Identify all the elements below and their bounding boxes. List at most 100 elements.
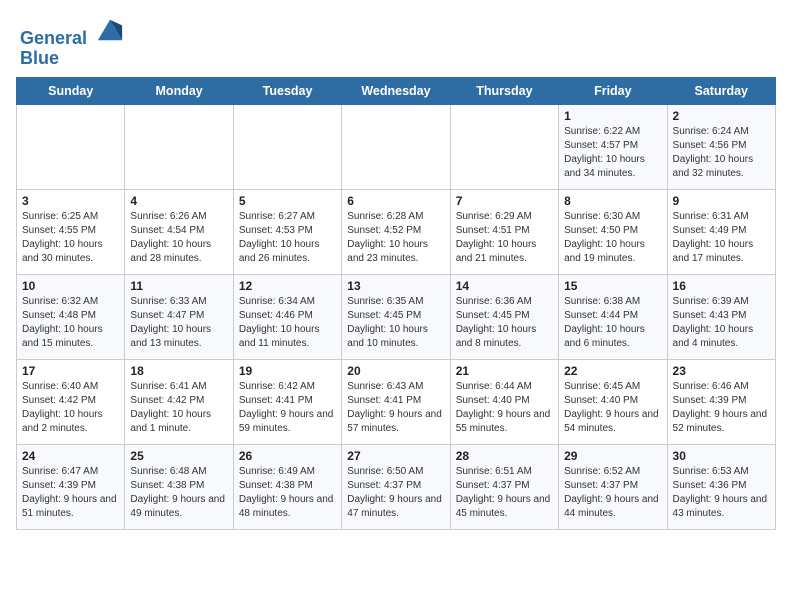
logo-icon (96, 16, 124, 44)
cell-content: Sunrise: 6:53 AM Sunset: 4:36 PM Dayligh… (673, 465, 770, 521)
calendar-cell: 14 Sunrise: 6:36 AM Sunset: 4:45 PM Dayli… (450, 274, 558, 359)
calendar-cell: 18 Sunrise: 6:41 AM Sunset: 4:42 PM Dayli… (125, 359, 233, 444)
calendar-cell: 28 Sunrise: 6:51 AM Sunset: 4:37 PM Dayli… (450, 444, 558, 529)
cell-content: Sunrise: 6:38 AM Sunset: 4:44 PM Dayligh… (564, 295, 661, 351)
cell-content: Sunrise: 6:28 AM Sunset: 4:52 PM Dayligh… (347, 210, 444, 266)
day-number: 10 (22, 279, 119, 293)
cell-content: Sunrise: 6:40 AM Sunset: 4:42 PM Dayligh… (22, 380, 119, 436)
calendar-cell: 1 Sunrise: 6:22 AM Sunset: 4:57 PM Daylig… (559, 104, 667, 189)
cell-content: Sunrise: 6:50 AM Sunset: 4:37 PM Dayligh… (347, 465, 444, 521)
calendar-cell: 21Sunrise: 6:44 AM Sunset: 4:40 PM Dayli… (450, 359, 558, 444)
calendar-cell: 22Sunrise: 6:45 AM Sunset: 4:40 PM Dayli… (559, 359, 667, 444)
cell-content: Sunrise: 6:41 AM Sunset: 4:42 PM Dayligh… (130, 380, 227, 436)
calendar-cell: 20Sunrise: 6:43 AM Sunset: 4:41 PM Dayli… (342, 359, 450, 444)
calendar-cell (233, 104, 341, 189)
calendar-cell: 19 Sunrise: 6:42 AM Sunset: 4:41 PM Dayli… (233, 359, 341, 444)
logo-text: General (20, 16, 124, 49)
day-number: 6 (347, 194, 444, 208)
calendar-cell: 13Sunrise: 6:35 AM Sunset: 4:45 PM Dayli… (342, 274, 450, 359)
cell-content: Sunrise: 6:36 AM Sunset: 4:45 PM Dayligh… (456, 295, 553, 351)
cell-content: Sunrise: 6:29 AM Sunset: 4:51 PM Dayligh… (456, 210, 553, 266)
day-number: 15 (564, 279, 661, 293)
cell-content: Sunrise: 6:30 AM Sunset: 4:50 PM Dayligh… (564, 210, 661, 266)
calendar-cell: 15 Sunrise: 6:38 AM Sunset: 4:44 PM Dayli… (559, 274, 667, 359)
day-number: 25 (130, 449, 227, 463)
cell-content: Sunrise: 6:26 AM Sunset: 4:54 PM Dayligh… (130, 210, 227, 266)
calendar-cell: 17 Sunrise: 6:40 AM Sunset: 4:42 PM Dayli… (17, 359, 125, 444)
calendar-cell: 24 Sunrise: 6:47 AM Sunset: 4:39 PM Dayli… (17, 444, 125, 529)
day-of-week-header: Monday (125, 77, 233, 104)
day-number: 4 (130, 194, 227, 208)
calendar-cell: 27 Sunrise: 6:50 AM Sunset: 4:37 PM Dayli… (342, 444, 450, 529)
cell-content: Sunrise: 6:25 AM Sunset: 4:55 PM Dayligh… (22, 210, 119, 266)
calendar-header: SundayMondayTuesdayWednesdayThursdayFrid… (17, 77, 776, 104)
calendar-cell: 11 Sunrise: 6:33 AM Sunset: 4:47 PM Dayli… (125, 274, 233, 359)
day-number: 18 (130, 364, 227, 378)
calendar-cell: 2Sunrise: 6:24 AM Sunset: 4:56 PM Daylig… (667, 104, 775, 189)
calendar-cell: 3Sunrise: 6:25 AM Sunset: 4:55 PM Daylig… (17, 189, 125, 274)
calendar-cell: 25 Sunrise: 6:48 AM Sunset: 4:38 PM Dayli… (125, 444, 233, 529)
day-number: 9 (673, 194, 770, 208)
day-number: 2 (673, 109, 770, 123)
calendar-cell: 16Sunrise: 6:39 AM Sunset: 4:43 PM Dayli… (667, 274, 775, 359)
cell-content: Sunrise: 6:22 AM Sunset: 4:57 PM Dayligh… (564, 125, 661, 181)
day-number: 22 (564, 364, 661, 378)
day-number: 28 (456, 449, 553, 463)
day-number: 19 (239, 364, 336, 378)
day-number: 27 (347, 449, 444, 463)
cell-content: Sunrise: 6:44 AM Sunset: 4:40 PM Dayligh… (456, 380, 553, 436)
day-number: 1 (564, 109, 661, 123)
calendar-cell: 7 Sunrise: 6:29 AM Sunset: 4:51 PM Daylig… (450, 189, 558, 274)
logo: General Blue (20, 16, 124, 69)
day-of-week-header: Sunday (17, 77, 125, 104)
calendar-week-row: 10 Sunrise: 6:32 AM Sunset: 4:48 PM Dayli… (17, 274, 776, 359)
calendar-cell: 9 Sunrise: 6:31 AM Sunset: 4:49 PM Daylig… (667, 189, 775, 274)
day-of-week-header: Saturday (667, 77, 775, 104)
day-of-week-header: Thursday (450, 77, 558, 104)
cell-content: Sunrise: 6:51 AM Sunset: 4:37 PM Dayligh… (456, 465, 553, 521)
calendar-cell: 5 Sunrise: 6:27 AM Sunset: 4:53 PM Daylig… (233, 189, 341, 274)
cell-content: Sunrise: 6:39 AM Sunset: 4:43 PM Dayligh… (673, 295, 770, 351)
cell-content: Sunrise: 6:33 AM Sunset: 4:47 PM Dayligh… (130, 295, 227, 351)
day-number: 14 (456, 279, 553, 293)
day-number: 30 (673, 449, 770, 463)
day-number: 17 (22, 364, 119, 378)
calendar-cell: 6 Sunrise: 6:28 AM Sunset: 4:52 PM Daylig… (342, 189, 450, 274)
cell-content: Sunrise: 6:48 AM Sunset: 4:38 PM Dayligh… (130, 465, 227, 521)
day-number: 24 (22, 449, 119, 463)
header-row: SundayMondayTuesdayWednesdayThursdayFrid… (17, 77, 776, 104)
calendar-cell (125, 104, 233, 189)
calendar-cell: 8 Sunrise: 6:30 AM Sunset: 4:50 PM Daylig… (559, 189, 667, 274)
cell-content: Sunrise: 6:43 AM Sunset: 4:41 PM Dayligh… (347, 380, 444, 436)
cell-content: Sunrise: 6:47 AM Sunset: 4:39 PM Dayligh… (22, 465, 119, 521)
cell-content: Sunrise: 6:46 AM Sunset: 4:39 PM Dayligh… (673, 380, 770, 436)
day-of-week-header: Friday (559, 77, 667, 104)
calendar-week-row: 24 Sunrise: 6:47 AM Sunset: 4:39 PM Dayli… (17, 444, 776, 529)
calendar-week-row: 1 Sunrise: 6:22 AM Sunset: 4:57 PM Daylig… (17, 104, 776, 189)
calendar-cell: 10 Sunrise: 6:32 AM Sunset: 4:48 PM Dayli… (17, 274, 125, 359)
day-number: 5 (239, 194, 336, 208)
calendar-cell: 23Sunrise: 6:46 AM Sunset: 4:39 PM Dayli… (667, 359, 775, 444)
calendar-week-row: 17 Sunrise: 6:40 AM Sunset: 4:42 PM Dayli… (17, 359, 776, 444)
day-of-week-header: Wednesday (342, 77, 450, 104)
calendar-cell: 29Sunrise: 6:52 AM Sunset: 4:37 PM Dayli… (559, 444, 667, 529)
cell-content: Sunrise: 6:27 AM Sunset: 4:53 PM Dayligh… (239, 210, 336, 266)
day-number: 29 (564, 449, 661, 463)
calendar-wrapper: SundayMondayTuesdayWednesdayThursdayFrid… (0, 77, 792, 546)
calendar-cell: 30 Sunrise: 6:53 AM Sunset: 4:36 PM Dayli… (667, 444, 775, 529)
calendar-cell: 26Sunrise: 6:49 AM Sunset: 4:38 PM Dayli… (233, 444, 341, 529)
day-number: 13 (347, 279, 444, 293)
cell-content: Sunrise: 6:42 AM Sunset: 4:41 PM Dayligh… (239, 380, 336, 436)
calendar-table: SundayMondayTuesdayWednesdayThursdayFrid… (16, 77, 776, 530)
cell-content: Sunrise: 6:34 AM Sunset: 4:46 PM Dayligh… (239, 295, 336, 351)
cell-content: Sunrise: 6:31 AM Sunset: 4:49 PM Dayligh… (673, 210, 770, 266)
day-number: 12 (239, 279, 336, 293)
cell-content: Sunrise: 6:32 AM Sunset: 4:48 PM Dayligh… (22, 295, 119, 351)
calendar-cell (342, 104, 450, 189)
calendar-week-row: 3Sunrise: 6:25 AM Sunset: 4:55 PM Daylig… (17, 189, 776, 274)
day-number: 8 (564, 194, 661, 208)
day-number: 11 (130, 279, 227, 293)
calendar-body: 1 Sunrise: 6:22 AM Sunset: 4:57 PM Daylig… (17, 104, 776, 529)
calendar-cell (17, 104, 125, 189)
day-number: 7 (456, 194, 553, 208)
